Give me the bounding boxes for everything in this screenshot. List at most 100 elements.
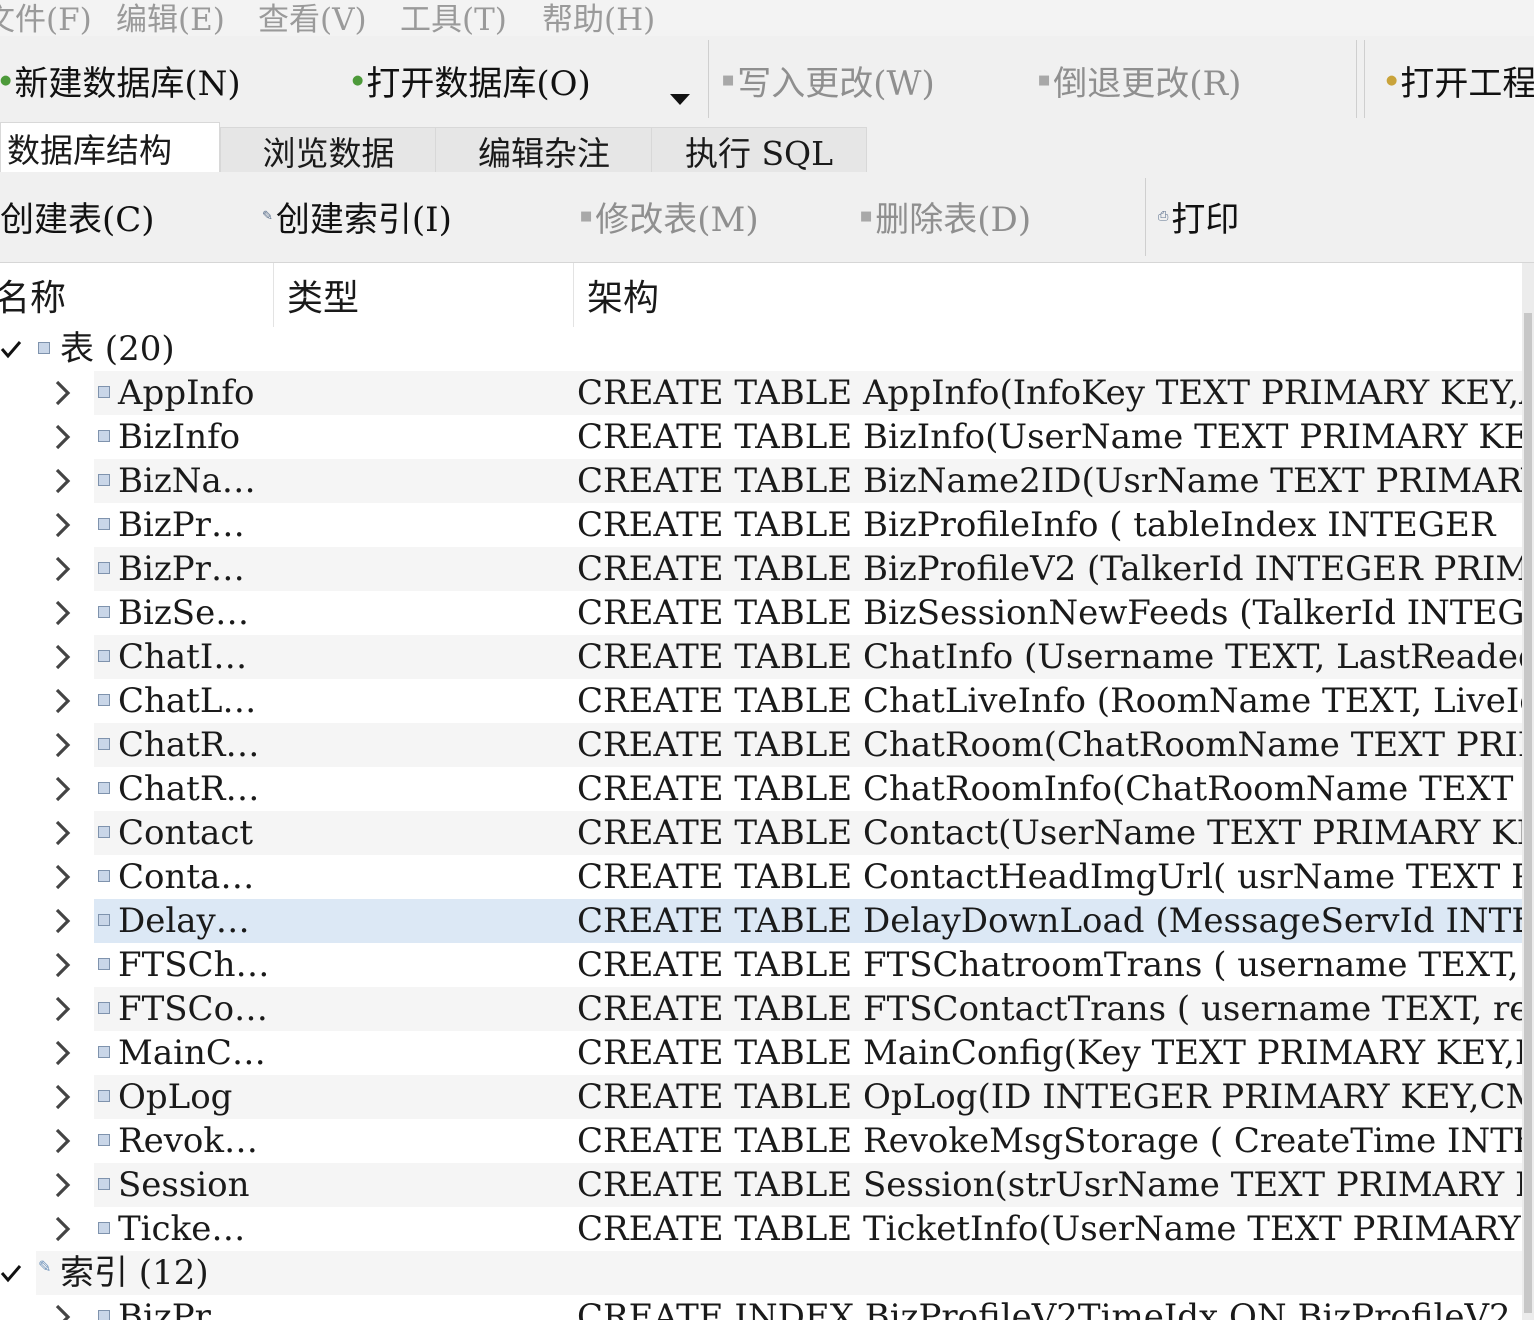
table-row[interactable]: FTSCh… CREATE TABLE FTSChatroomTrans ( us… [0,943,1522,987]
table-row[interactable]: AppInfo CREATE TABLE AppInfo(InfoKey TEXT… [0,371,1522,415]
structure-toolbar: 创建表(C) ✎ 创建索引(I) ■ 修改表(M) ■ 删除表(D) ⎙ 打印 [0,172,1534,263]
row-schema: CREATE TABLE Contact(UserName TEXT PRIMA… [577,813,1522,853]
row-schema: CREATE INDEX BizProfileV2TimeIdx ON BizP… [577,1297,1511,1320]
tab-browse-data[interactable]: 浏览数据 [220,127,437,172]
menu-edit[interactable]: 编辑(E) [116,0,225,36]
open-database-button[interactable]: ● 打开数据库(O) [352,58,591,104]
chevron-right-icon[interactable] [52,467,74,495]
modify-table-button[interactable]: ■ 修改表(M) [580,194,759,240]
chevron-right-icon[interactable] [52,819,74,847]
table-icon [98,518,110,530]
table-icon [98,1134,110,1146]
chevron-right-icon[interactable] [52,951,74,979]
table-row[interactable]: ChatI… CREATE TABLE ChatInfo (Username TE… [0,635,1522,679]
write-changes-button[interactable]: ■ 写入更改(W) [722,58,935,104]
tree-group-tables[interactable]: 表 (20) [0,327,1522,371]
chevron-right-icon[interactable] [52,1083,74,1111]
table-row[interactable]: BizNa… CREATE TABLE BizName2ID(UsrName TE… [0,459,1522,503]
expanded-check-icon[interactable] [0,339,22,359]
toolbar-divider [708,40,709,118]
menu-view[interactable]: 查看(V) [258,0,367,36]
new-database-button[interactable]: ● 新建数据库(N) [0,58,241,104]
create-table-button[interactable]: 创建表(C) [0,194,155,240]
tree-group-indexes[interactable]: ✎ 索引 (12) [0,1251,1522,1295]
modify-table-icon: ■ [580,208,593,224]
chevron-right-icon[interactable] [52,1303,74,1320]
table-row[interactable]: Contact CREATE TABLE Contact(UserName TEX… [0,811,1522,855]
revert-changes-label: 倒退更改(R) [1053,63,1242,104]
schema-tree[interactable]: 表 (20) AppInfo CREATE TABLE AppInfo(InfoK… [0,327,1522,1320]
chevron-right-icon[interactable] [52,643,74,671]
tab-edit-pragmas[interactable]: 编辑杂注 [435,127,653,172]
column-header-name[interactable]: 名称 [0,263,66,327]
chevron-right-icon[interactable] [52,863,74,891]
row-schema: CREATE TABLE BizName2ID(UsrName TEXT PRI… [577,461,1522,501]
open-project-button[interactable]: ● 打开工程 [1386,58,1534,104]
table-row[interactable]: Revok… CREATE TABLE RevokeMsgStorage ( Cr… [0,1119,1522,1163]
table-row[interactable]: BizSe… CREATE TABLE BizSessionNewFeeds (T… [0,591,1522,635]
chevron-right-icon[interactable] [52,907,74,935]
revert-changes-button[interactable]: ■ 倒退更改(R) [1038,58,1242,104]
table-icon [98,1178,110,1190]
table-row[interactable]: Ticke… CREATE TABLE TicketInfo(UserName T… [0,1207,1522,1251]
table-icon [98,958,110,970]
chevron-right-icon[interactable] [52,687,74,715]
chevron-right-icon[interactable] [52,1127,74,1155]
menu-help[interactable]: 帮助(H) [542,0,655,36]
row-name: FTSCo… [118,989,269,1029]
table-row[interactable]: Session CREATE TABLE Session(strUsrName T… [0,1163,1522,1207]
chevron-right-icon[interactable] [52,995,74,1023]
tab-database-structure[interactable]: 数据库结构 [0,122,220,172]
scrollbar-thumb[interactable] [1524,313,1532,1313]
menu-tools[interactable]: 工具(T) [400,0,507,36]
delete-table-button[interactable]: ■ 删除表(D) [860,194,1031,240]
table-icon [98,782,110,794]
revert-changes-icon: ■ [1038,72,1051,88]
table-row[interactable]: BizPr… CREATE TABLE BizProfileInfo ( tabl… [0,503,1522,547]
table-row[interactable]: FTSCo… CREATE TABLE FTSContactTrans ( use… [0,987,1522,1031]
table-row[interactable]: Delay… CREATE TABLE DelayDownLoad (Messag… [0,899,1522,943]
chevron-right-icon[interactable] [52,599,74,627]
table-icon [98,694,110,706]
chevron-right-icon[interactable] [52,1215,74,1243]
menu-file[interactable]: 文件(F) [0,0,92,36]
row-schema: CREATE TABLE ChatLiveInfo (RoomName TEXT… [577,681,1522,721]
vertical-scrollbar[interactable] [1522,263,1534,1320]
table-row[interactable]: BizInfo CREATE TABLE BizInfo(UserName TEX… [0,415,1522,459]
table-row[interactable]: BizPr… CREATE INDEX BizProfileV2TimeIdx O… [0,1295,1522,1320]
row-name: BizPr… [118,1297,245,1320]
chevron-right-icon[interactable] [52,1171,74,1199]
row-schema: CREATE TABLE BizProfileInfo ( tableIndex… [577,505,1496,545]
open-database-dropdown-arrow-icon[interactable] [670,94,690,105]
row-name: AppInfo [118,373,255,413]
row-name: Conta… [118,857,255,897]
table-row[interactable]: BizPr… CREATE TABLE BizProfileV2 (TalkerI… [0,547,1522,591]
column-header-schema[interactable]: 架构 [587,263,659,327]
table-group-icon [38,342,50,354]
open-project-label: 打开工程 [1400,63,1534,104]
print-button[interactable]: ⎙ 打印 [1158,194,1239,240]
row-schema: CREATE TABLE ContactHeadImgUrl( usrName … [577,857,1522,897]
table-row[interactable]: ChatR… CREATE TABLE ChatRoom(ChatRoomName… [0,723,1522,767]
chevron-right-icon[interactable] [52,731,74,759]
chevron-right-icon[interactable] [52,775,74,803]
chevron-right-icon[interactable] [52,379,74,407]
table-row[interactable]: MainC… CREATE TABLE MainConfig(Key TEXT P… [0,1031,1522,1075]
column-header-type[interactable]: 类型 [287,263,359,327]
table-row[interactable]: ChatR… CREATE TABLE ChatRoomInfo(ChatRoom… [0,767,1522,811]
tab-bar: 数据库结构 浏览数据 编辑杂注 执行 SQL [0,122,1534,172]
chevron-right-icon[interactable] [52,423,74,451]
tab-execute-sql[interactable]: 执行 SQL [651,127,867,172]
table-row[interactable]: OpLog CREATE TABLE OpLog(ID INTEGER PRIMA… [0,1075,1522,1119]
chevron-right-icon[interactable] [52,1039,74,1067]
chevron-right-icon[interactable] [52,555,74,583]
row-schema: CREATE TABLE BizProfileV2 (TalkerId INTE… [577,549,1522,589]
column-divider[interactable] [573,263,574,327]
expanded-check-icon[interactable] [0,1263,22,1283]
table-row[interactable]: ChatL… CREATE TABLE ChatLiveInfo (RoomNam… [0,679,1522,723]
toolbar-divider [1145,178,1146,256]
create-index-button[interactable]: ✎ 创建索引(I) [262,194,452,240]
chevron-right-icon[interactable] [52,511,74,539]
table-row[interactable]: Conta… CREATE TABLE ContactHeadImgUrl( us… [0,855,1522,899]
column-divider[interactable] [273,263,274,327]
